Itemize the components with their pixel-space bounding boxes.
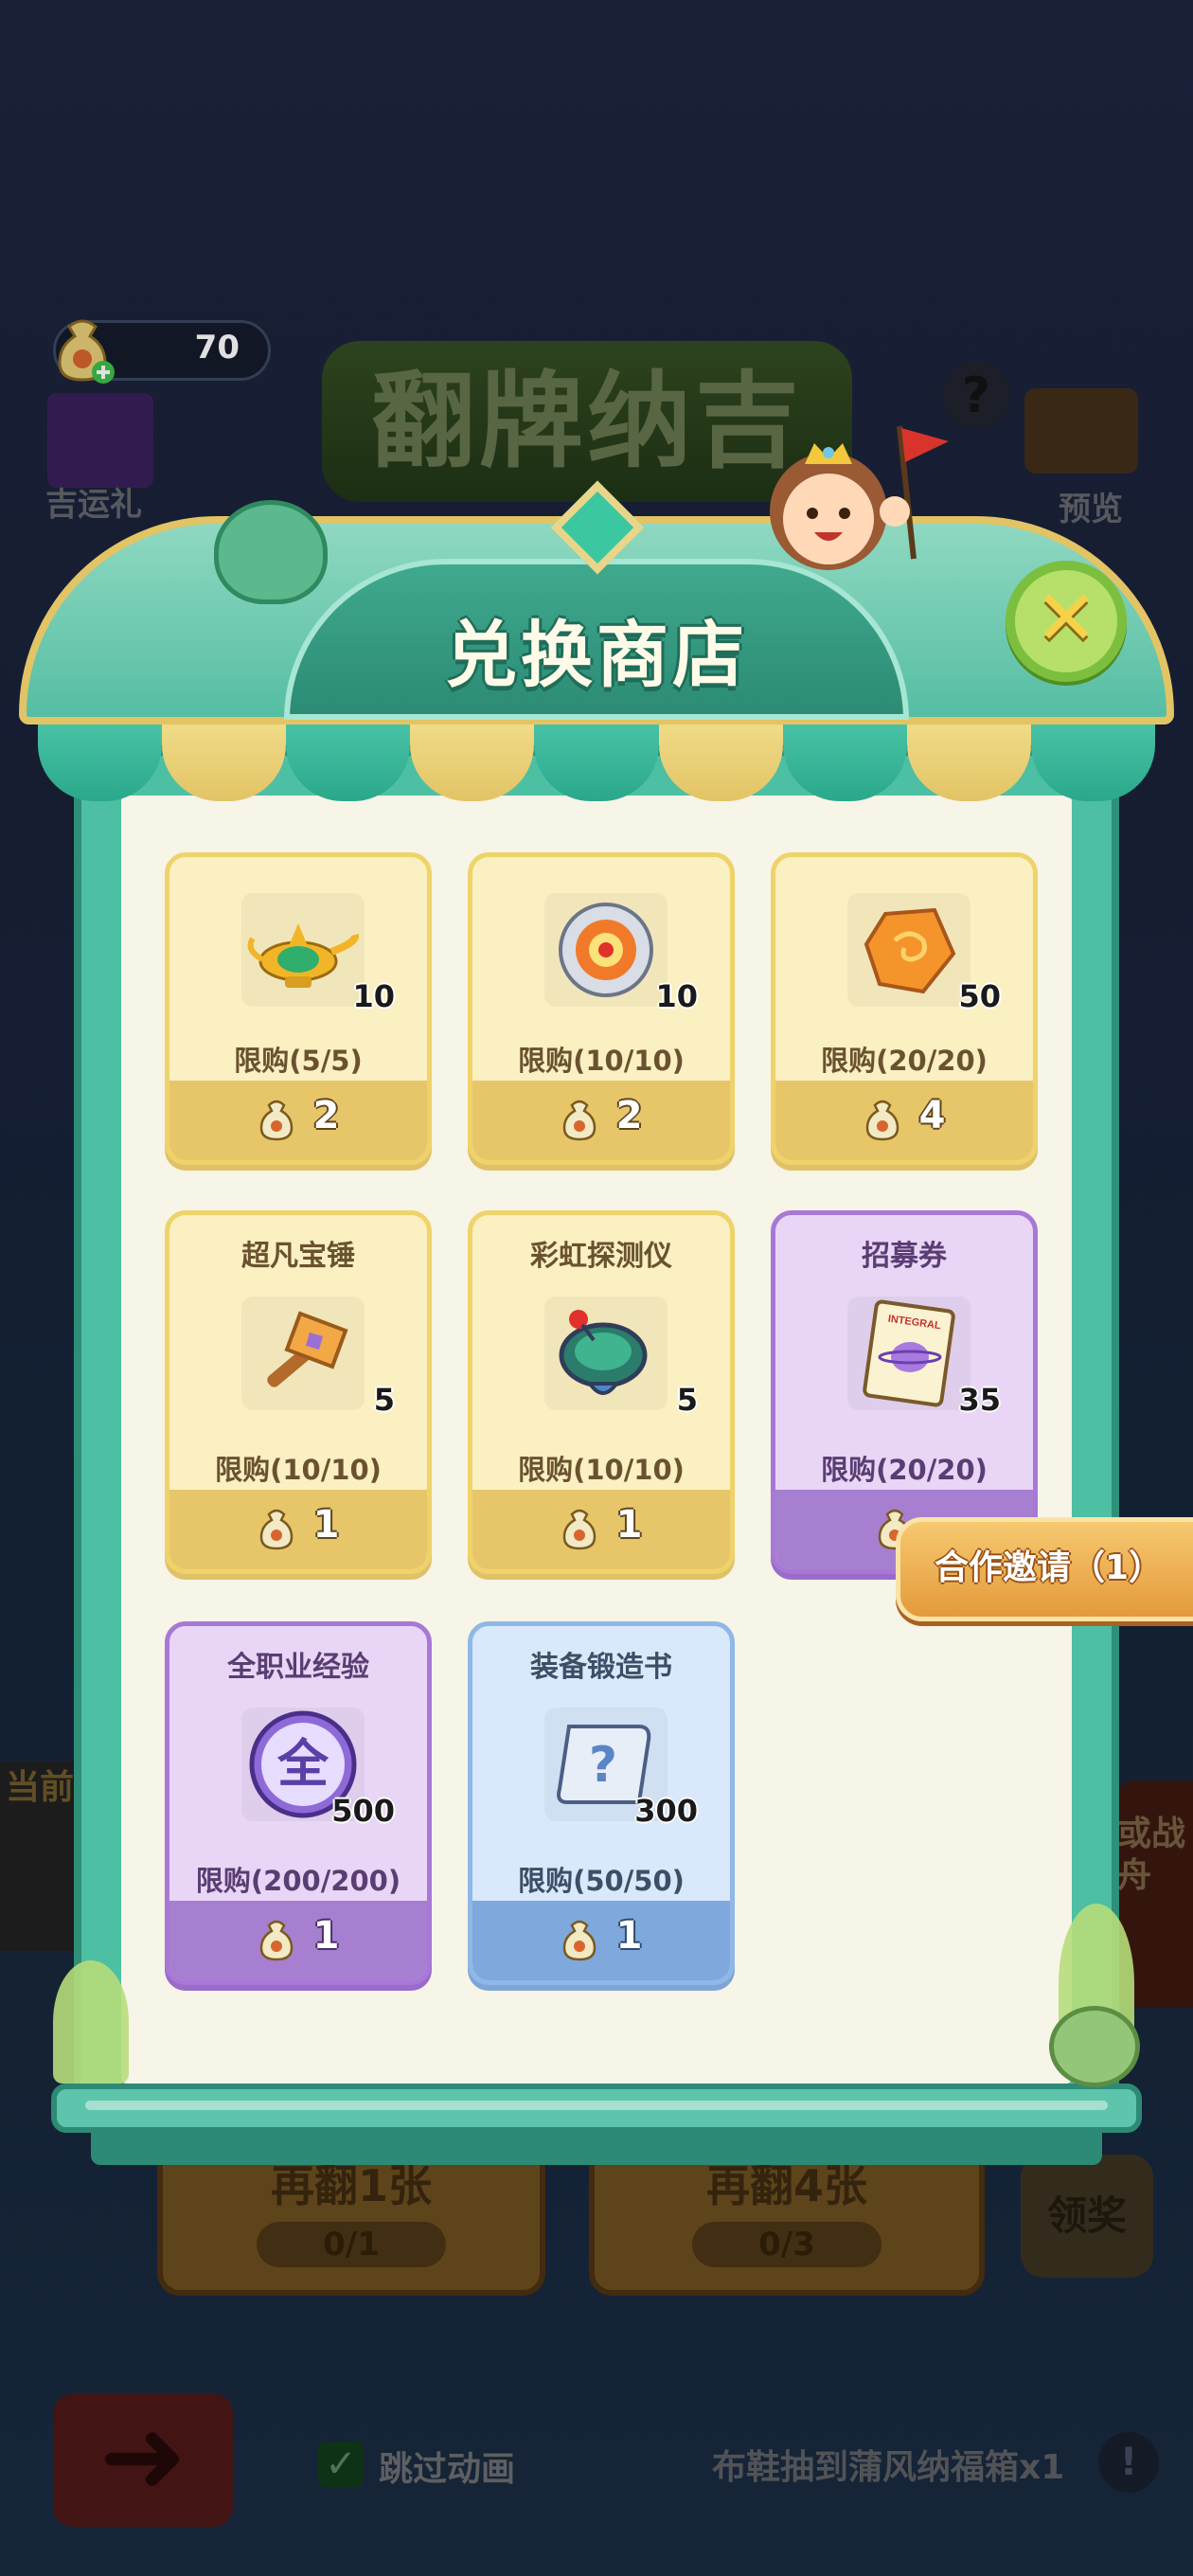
- item-name: 招募券: [862, 1240, 947, 1273]
- item-quantity: 10: [352, 978, 395, 1014]
- shop-item-card[interactable]: 50 限购(20/20) 4: [771, 852, 1038, 1165]
- item-purchase-limit: 限购(50/50): [518, 1865, 685, 1897]
- item-icon-slot: [241, 893, 365, 1007]
- item-purchase-limit: 限购(20/20): [821, 1454, 988, 1486]
- zongzi-icon: [1049, 2006, 1140, 2087]
- item-price-bar[interactable]: 2: [472, 1081, 730, 1160]
- item-icon-slot: [241, 1297, 365, 1410]
- item-price: 2: [615, 1094, 643, 1137]
- item-name: 装备锻造书: [530, 1651, 672, 1684]
- mascot-icon: [770, 425, 949, 570]
- item-quantity: 5: [676, 1382, 698, 1418]
- shop-base: [91, 2127, 1102, 2165]
- shop-item-card[interactable]: 10 限购(5/5) 2: [165, 852, 432, 1165]
- shop-item-card[interactable]: 超凡宝锤 5 限购(10/10) 1: [165, 1210, 432, 1574]
- item-price: 1: [312, 1914, 340, 1958]
- item-quantity: 500: [331, 1793, 395, 1829]
- hammer-icon: [267, 1311, 348, 1387]
- item-purchase-limit: 限购(10/10): [215, 1454, 382, 1486]
- money-bag-icon: [865, 1100, 899, 1141]
- item-name: 超凡宝锤: [241, 1240, 355, 1273]
- item-price-bar[interactable]: 1: [169, 1490, 427, 1569]
- close-button[interactable]: ✕: [1006, 561, 1127, 682]
- item-quantity: 10: [655, 978, 698, 1014]
- money-bag-icon: [259, 1920, 293, 1961]
- scroll-char: ?: [589, 1737, 617, 1794]
- shop-item-card[interactable]: 全职业经验 全 500 限购(200/200) 1: [165, 1621, 432, 1985]
- money-bag-icon: [259, 1100, 293, 1141]
- money-bag-icon: [562, 1920, 596, 1961]
- item-purchase-limit: 限购(5/5): [234, 1045, 363, 1077]
- item-purchase-limit: 限购(20/20): [821, 1045, 988, 1077]
- bag-decoration-icon: [214, 500, 328, 604]
- exp-orb-char: 全: [276, 1734, 329, 1794]
- item-price-bar[interactable]: 1: [472, 1490, 730, 1569]
- compass-disc-icon: [559, 903, 653, 997]
- money-bag-icon: [562, 1100, 596, 1141]
- item-price: 1: [312, 1503, 340, 1547]
- item-icon-slot: [847, 893, 970, 1007]
- detector-icon: [559, 1310, 648, 1395]
- item-icon-slot: [544, 893, 668, 1007]
- shop-item-card[interactable]: 装备锻造书 ? 300 限购(50/50) 1: [468, 1621, 735, 1985]
- item-quantity: 5: [373, 1382, 395, 1418]
- item-price-bar[interactable]: 1: [472, 1901, 730, 1980]
- shop-bottom-bar-highlight: [85, 2101, 1108, 2110]
- magic-lamp-icon: [247, 923, 360, 988]
- money-bag-icon: [562, 1509, 596, 1550]
- item-price: 2: [312, 1094, 340, 1137]
- money-bag-icon: [259, 1509, 293, 1550]
- close-icon: ✕: [1034, 574, 1098, 662]
- coop-invite-button[interactable]: 合作邀请（1）: [896, 1517, 1193, 1621]
- item-purchase-limit: 限购(10/10): [518, 1045, 685, 1077]
- item-purchase-limit: 限购(200/200): [195, 1865, 401, 1897]
- item-name: 彩虹探测仪: [530, 1240, 672, 1273]
- item-price: 1: [615, 1914, 643, 1958]
- item-icon-slot: [544, 1297, 668, 1410]
- item-quantity: 35: [958, 1382, 1001, 1418]
- item-price: 4: [918, 1094, 946, 1137]
- shop-item-card[interactable]: 10 限购(10/10) 2: [468, 852, 735, 1165]
- shop-title: 兑换商店: [445, 613, 748, 697]
- item-name: 全职业经验: [227, 1651, 369, 1684]
- item-price-bar[interactable]: 2: [169, 1081, 427, 1160]
- item-price: 1: [615, 1503, 643, 1547]
- item-quantity: 50: [958, 978, 1001, 1014]
- item-quantity: 300: [634, 1793, 698, 1829]
- shop-item-card[interactable]: 彩虹探测仪 5 限购(10/10) 1: [468, 1210, 735, 1574]
- orange-crystal-icon: [864, 907, 956, 994]
- ticket-icon: INTEGRAL: [863, 1299, 955, 1407]
- item-price-bar[interactable]: 1: [169, 1901, 427, 1980]
- item-purchase-limit: 限购(10/10): [518, 1454, 685, 1486]
- item-icon-slot: INTEGRAL: [847, 1297, 970, 1410]
- item-price-bar[interactable]: 4: [775, 1081, 1033, 1160]
- leaf-decoration-icon: [53, 1960, 129, 2084]
